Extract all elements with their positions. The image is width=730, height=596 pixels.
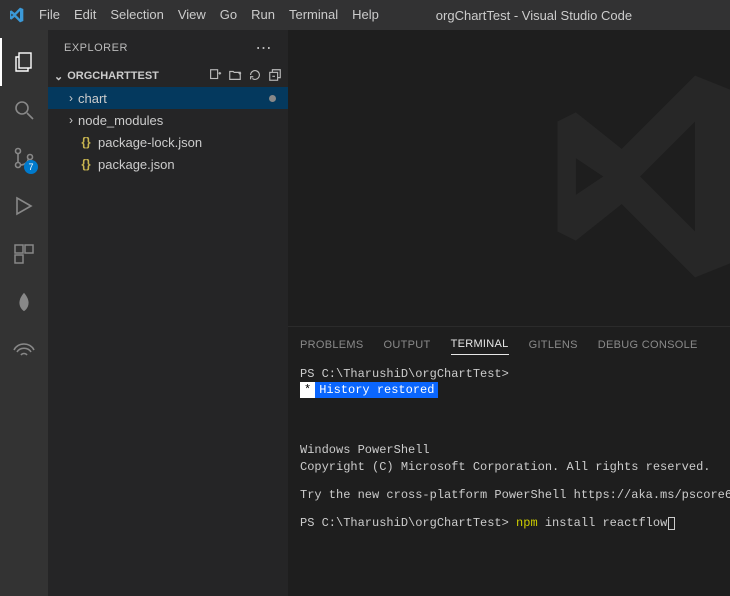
modified-indicator-icon <box>269 95 276 102</box>
file-tree: › chart › node_modules {} package-lock.j… <box>48 87 288 596</box>
vscode-logo-icon <box>8 7 24 23</box>
sidebar-more-icon[interactable]: ⋯ <box>256 38 273 58</box>
panel-tab-problems[interactable]: PROBLEMS <box>300 335 364 355</box>
menu-bar: File Edit Selection View Go Run Terminal… <box>32 0 386 30</box>
menu-edit[interactable]: Edit <box>67 0 103 30</box>
menu-terminal[interactable]: Terminal <box>282 0 345 30</box>
panel-tab-gitlens[interactable]: GITLENS <box>529 335 578 355</box>
source-control-badge: 7 <box>24 160 38 174</box>
sidebar: EXPLORER ⋯ ⌄ ORGCHARTTEST › chart › <box>48 30 288 596</box>
history-star: * <box>300 382 315 398</box>
activity-run-debug[interactable] <box>0 182 48 230</box>
editor-empty <box>288 30 730 326</box>
new-folder-icon[interactable] <box>228 68 242 85</box>
panel-tab-output[interactable]: OUTPUT <box>384 335 431 355</box>
main-area: PROBLEMS OUTPUT TERMINAL GITLENS DEBUG C… <box>288 30 730 596</box>
activity-search[interactable] <box>0 86 48 134</box>
terminal-line: Windows PowerShell <box>300 442 718 458</box>
menu-file[interactable]: File <box>32 0 67 30</box>
terminal-prompt-line: PS C:\TharushiD\orgChartTest> npm instal… <box>300 515 718 531</box>
terminal-line: Try the new cross-platform PowerShell ht… <box>300 487 718 503</box>
menu-help[interactable]: Help <box>345 0 386 30</box>
tree-file-package[interactable]: {} package.json <box>48 153 288 175</box>
activity-explorer[interactable] <box>0 38 48 86</box>
chevron-right-icon: › <box>64 91 78 105</box>
terminal-line: PS C:\TharushiD\orgChartTest> <box>300 366 718 382</box>
json-file-icon: {} <box>78 157 94 171</box>
menu-selection[interactable]: Selection <box>103 0 170 30</box>
tree-label: package-lock.json <box>98 135 202 150</box>
activity-remote[interactable] <box>0 326 48 374</box>
refresh-icon[interactable] <box>248 68 262 85</box>
activity-bar: 7 <box>0 30 48 596</box>
terminal-cursor-icon <box>668 517 675 530</box>
new-file-icon[interactable] <box>208 68 222 85</box>
chevron-right-icon: › <box>64 113 78 127</box>
tree-file-package-lock[interactable]: {} package-lock.json <box>48 131 288 153</box>
history-restored-label: History restored <box>315 382 438 398</box>
vscode-watermark-icon <box>530 67 730 290</box>
sidebar-title-row: EXPLORER ⋯ <box>48 30 288 65</box>
tree-folder-chart[interactable]: › chart <box>48 87 288 109</box>
json-file-icon: {} <box>78 135 94 149</box>
project-name: ORGCHARTTEST <box>67 70 159 82</box>
chevron-down-icon: ⌄ <box>54 70 63 83</box>
collapse-all-icon[interactable] <box>268 68 282 85</box>
terminal-content[interactable]: PS C:\TharushiD\orgChartTest> * History … <box>288 362 730 596</box>
activity-extensions[interactable] <box>0 230 48 278</box>
panel-tabs: PROBLEMS OUTPUT TERMINAL GITLENS DEBUG C… <box>288 327 730 362</box>
window-title: orgChartTest - Visual Studio Code <box>386 8 722 23</box>
menu-run[interactable]: Run <box>244 0 282 30</box>
activity-mongodb[interactable] <box>0 278 48 326</box>
panel-tab-debug-console[interactable]: DEBUG CONSOLE <box>598 335 698 355</box>
sidebar-title: EXPLORER <box>64 42 128 54</box>
activity-source-control[interactable]: 7 <box>0 134 48 182</box>
terminal-history-restored: * History restored <box>300 382 718 398</box>
menu-view[interactable]: View <box>171 0 213 30</box>
terminal-line: Copyright (C) Microsoft Corporation. All… <box>300 459 718 475</box>
bottom-panel: PROBLEMS OUTPUT TERMINAL GITLENS DEBUG C… <box>288 326 730 596</box>
tree-label: package.json <box>98 157 175 172</box>
tree-label: chart <box>78 91 107 106</box>
tree-label: node_modules <box>78 113 163 128</box>
menu-go[interactable]: Go <box>213 0 244 30</box>
title-bar: File Edit Selection View Go Run Terminal… <box>0 0 730 30</box>
panel-tab-terminal[interactable]: TERMINAL <box>451 334 509 355</box>
project-header[interactable]: ⌄ ORGCHARTTEST <box>48 65 288 87</box>
tree-folder-node-modules[interactable]: › node_modules <box>48 109 288 131</box>
